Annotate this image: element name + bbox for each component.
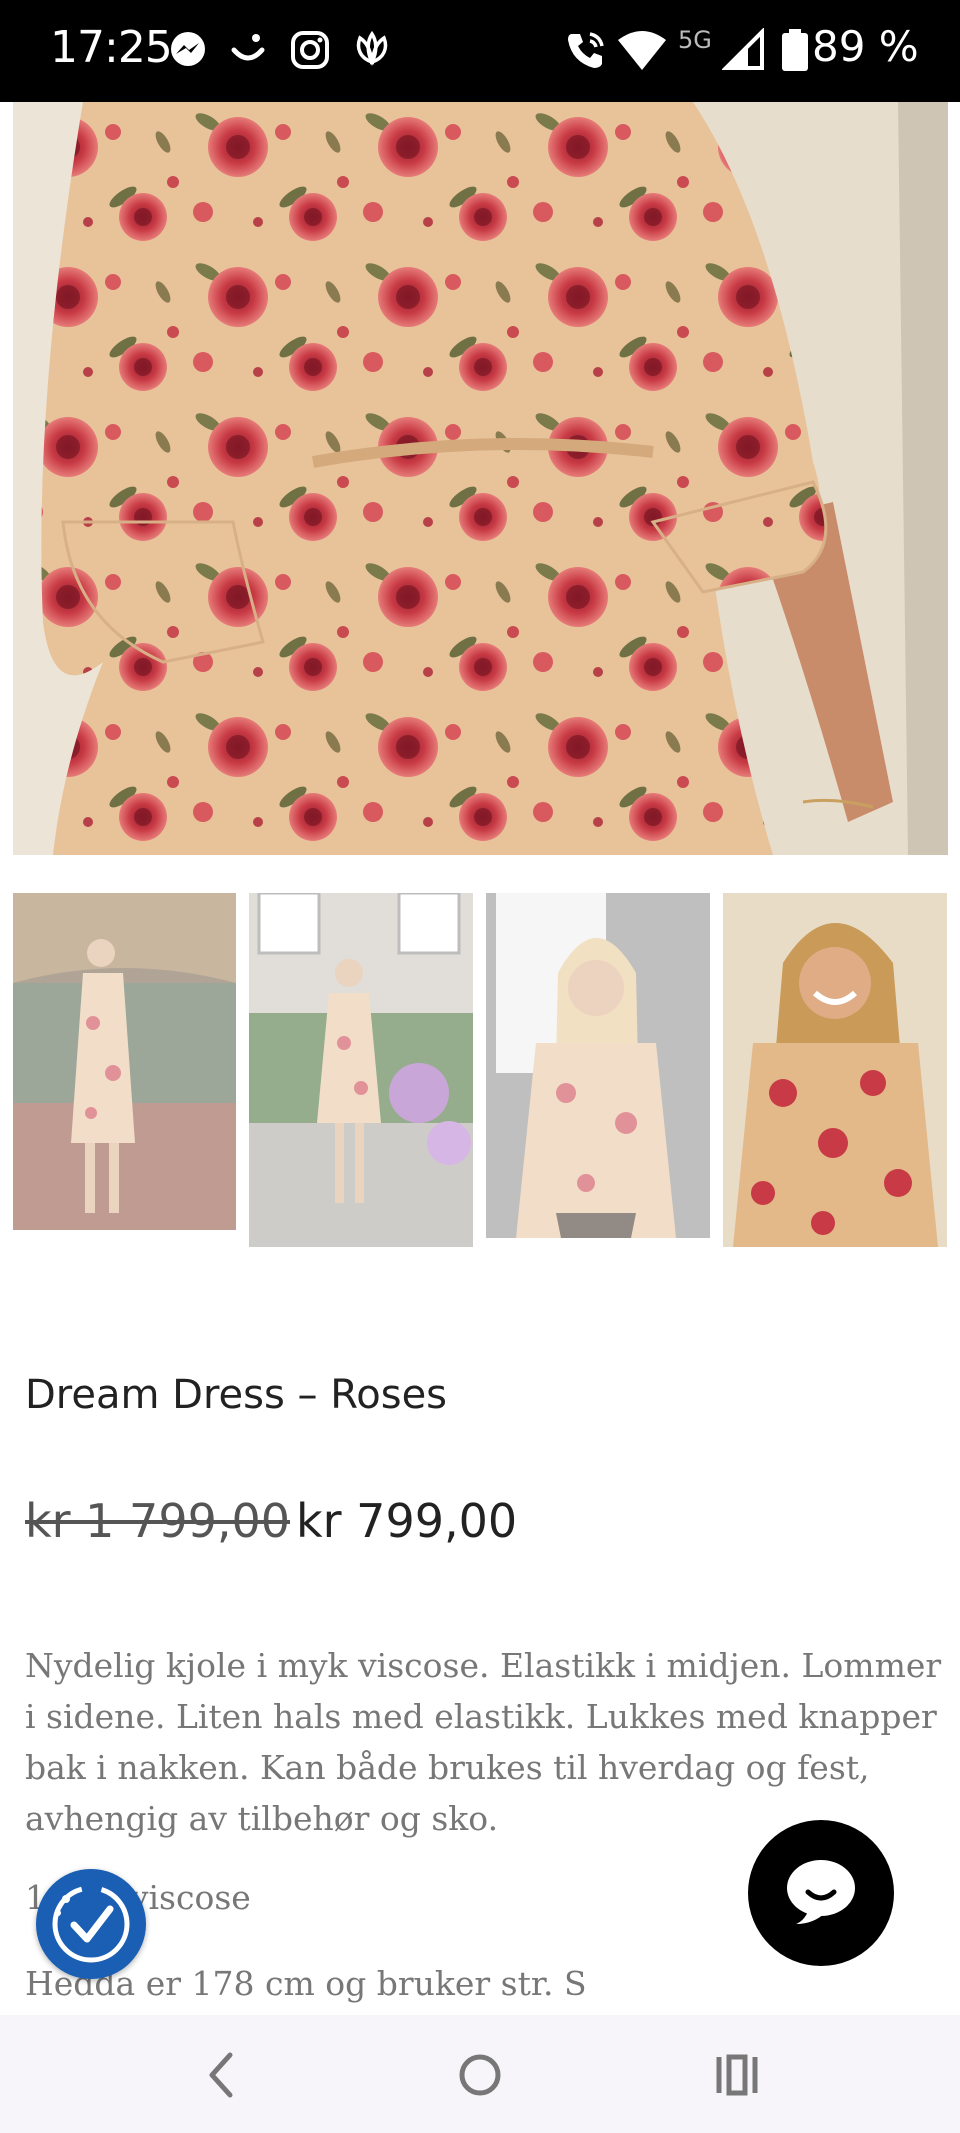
- chat-bubble-icon: [787, 1860, 855, 1924]
- signal-icon: [722, 28, 764, 70]
- floral-dress-image: [13, 102, 948, 855]
- recents-icon[interactable]: [707, 2045, 767, 2105]
- thumbnail-1[interactable]: [13, 893, 236, 1230]
- product-main-image[interactable]: [13, 102, 948, 855]
- thumbnail-3[interactable]: [486, 893, 710, 1238]
- smile-icon: [231, 34, 265, 61]
- instagram-icon: [291, 31, 329, 69]
- wifi-icon: [618, 31, 666, 70]
- messenger-icon: [171, 32, 205, 66]
- flower-icon: [356, 30, 388, 66]
- system-nav-bar: [0, 2015, 960, 2133]
- dress-wall-thumbnail: [486, 893, 710, 1238]
- network-type: 5G: [678, 26, 712, 54]
- status-time: 17:25: [50, 22, 173, 73]
- accessibility-button[interactable]: [36, 1869, 146, 1979]
- dress-outdoor-thumbnail: [13, 893, 236, 1230]
- original-price: kr 1 799,00: [25, 1494, 291, 1548]
- chat-button[interactable]: [748, 1820, 894, 1966]
- dress-garden-thumbnail: [249, 893, 473, 1247]
- thumbnail-2[interactable]: [249, 893, 473, 1247]
- back-icon[interactable]: [192, 2045, 252, 2105]
- product-title: Dream Dress – Roses: [25, 1372, 448, 1418]
- sale-price: kr 799,00: [296, 1494, 518, 1548]
- dress-smiling-thumbnail: [723, 893, 947, 1247]
- accessibility-check-icon: [52, 1885, 130, 1963]
- home-icon[interactable]: [450, 2045, 510, 2105]
- thumbnail-4[interactable]: [723, 893, 947, 1247]
- battery-icon: [782, 29, 808, 71]
- status-bar: 17:25 5G 89 %: [0, 0, 960, 102]
- product-description: Nydelig kjole i myk viscose. Elastikk i …: [25, 1646, 942, 1838]
- wifi-call-icon: [568, 32, 604, 68]
- battery-level: 89 %: [812, 22, 919, 71]
